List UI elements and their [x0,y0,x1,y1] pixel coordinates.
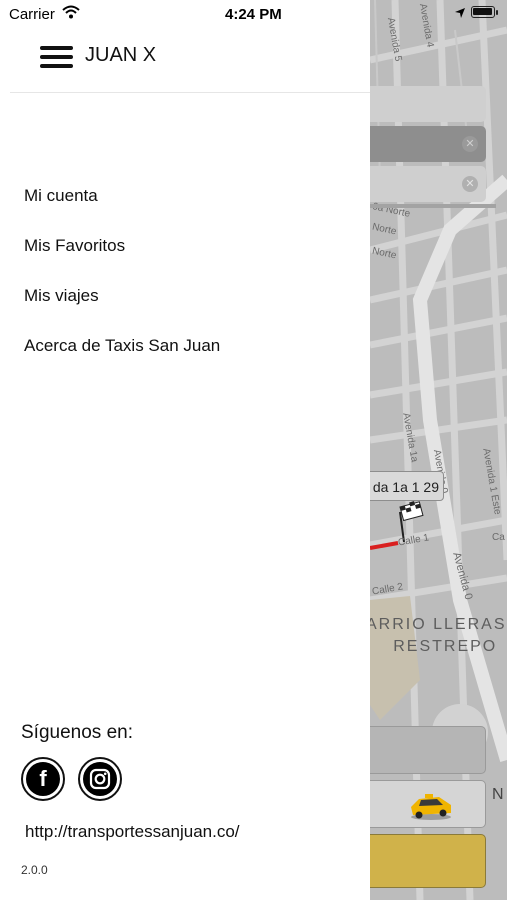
clear-icon[interactable]: ✕ [462,136,478,152]
drawer-header: JUAN X [10,36,370,93]
side-drawer: JUAN X Mi cuenta Mis Favoritos Mis viaje… [0,0,370,900]
battery-tip [496,10,498,15]
drawer-menu: Mi cuenta Mis Favoritos Mis viajes Acerc… [0,180,370,380]
origin-field[interactable]: ✕ [360,126,486,162]
menu-item-mis-viajes[interactable]: Mis viajes [0,280,370,330]
street-label: N [492,786,504,803]
wifi-icon [62,5,80,19]
street-label: Ca [492,532,505,543]
menu-item-mis-favoritos[interactable]: Mis Favoritos [0,230,370,280]
service-option[interactable] [360,726,486,774]
taxi-icon [411,794,451,820]
neighborhood-label: ARRIO LLERAS RESTREPO [366,616,507,655]
app-version: 2.0.0 [21,863,48,877]
address-callout: da 1a 1 29 [362,471,444,501]
carrier-label: Carrier [9,6,55,23]
fields-divider [360,204,496,208]
clock: 4:24 PM [225,6,282,23]
menu-icon[interactable] [40,46,73,68]
location-arrow-icon [455,8,465,18]
instagram-icon [83,762,117,796]
instagram-button[interactable] [78,757,122,801]
user-name: JUAN X [85,44,157,66]
facebook-icon: f [26,762,60,796]
clear-icon[interactable]: ✕ [462,176,478,192]
follow-label: Síguenos en: [21,722,133,743]
battery-icon [471,6,495,18]
status-bar: Carrier 4:24 PM [0,0,507,28]
facebook-button[interactable]: f [21,757,65,801]
taxi-option[interactable] [360,780,486,828]
map-field-top[interactable] [360,86,486,122]
menu-item-acerca-de[interactable]: Acerca de Taxis San Juan [0,330,370,380]
destination-field[interactable]: ✕ [360,166,486,202]
request-taxi-button[interactable] [360,834,486,888]
menu-item-mi-cuenta[interactable]: Mi cuenta [0,180,370,230]
website-link[interactable]: http://transportessanjuan.co/ [25,822,240,842]
